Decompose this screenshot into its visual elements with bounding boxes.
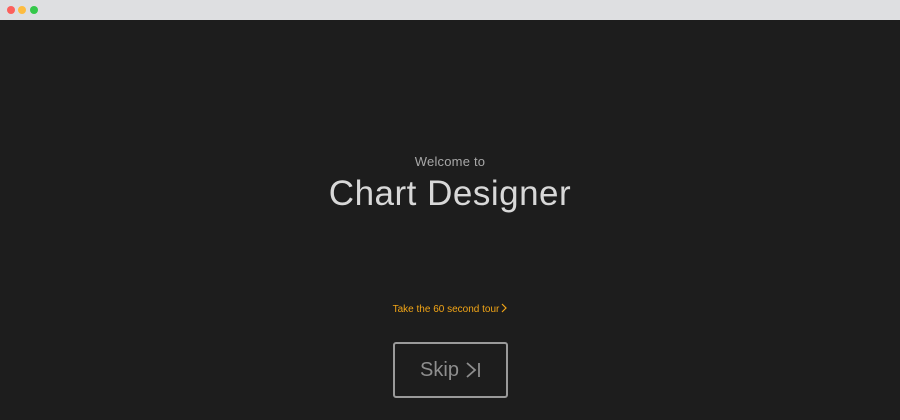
tour-link[interactable]: Take the 60 second tour	[0, 303, 900, 316]
welcome-greeting: Welcome to	[414, 154, 486, 169]
close-window-button[interactable]	[7, 6, 15, 14]
skip-button-label: Skip	[420, 358, 459, 381]
skip-button[interactable]: Skip	[393, 342, 508, 398]
skip-to-end-icon	[465, 360, 481, 380]
zoom-window-button[interactable]	[30, 6, 38, 14]
minimize-window-button[interactable]	[18, 6, 26, 14]
window-titlebar	[0, 0, 900, 20]
welcome-screen: Welcome to Chart Designer Take the 60 se…	[0, 20, 900, 420]
tour-link-label: Take the 60 second tour	[392, 304, 500, 315]
chevron-right-icon	[501, 303, 508, 316]
app-title: Chart Designer	[328, 174, 572, 213]
